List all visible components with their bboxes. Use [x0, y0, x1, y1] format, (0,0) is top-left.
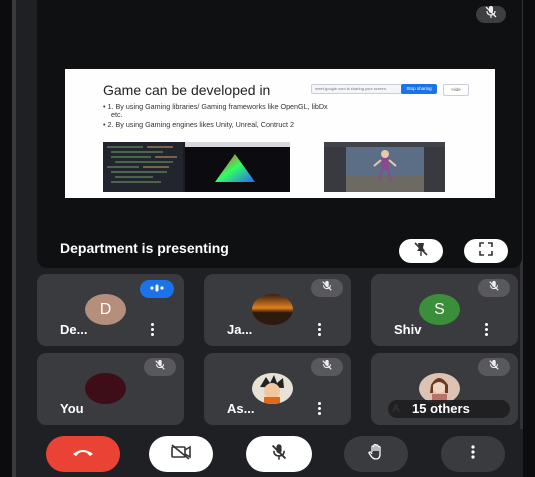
mic-off-icon [270, 443, 288, 466]
phone-hangup-icon [71, 445, 95, 463]
shared-slide: Game can be developed in meet.google.com… [65, 69, 495, 198]
avatar: S [419, 294, 460, 325]
muted-badge [144, 358, 176, 376]
muted-badge [478, 279, 510, 297]
participant-tile[interactable]: D De... [37, 274, 184, 346]
participant-tile[interactable]: S Shiv [371, 274, 518, 346]
fullscreen-icon [478, 241, 494, 262]
audio-level-icon [149, 280, 165, 298]
muted-badge [478, 358, 510, 376]
avatar [252, 373, 293, 404]
left-edge-strip [12, 0, 16, 477]
avatar-initial: D [99, 300, 112, 318]
unpin-button[interactable] [399, 239, 443, 263]
stop-sharing-button[interactable]: Stop sharing [401, 84, 437, 94]
participant-tile[interactable]: Ja... [204, 274, 351, 346]
more-participants-badge[interactable]: 15 others [388, 400, 510, 418]
participant-name: Shiv [394, 322, 422, 337]
slide-bullet-1: • 1. By using Gaming libraries/ Gaming f… [103, 102, 328, 111]
participant-name: Ja... [227, 322, 253, 337]
avatar [85, 373, 126, 404]
speaking-indicator [140, 280, 174, 298]
mic-off-icon [484, 5, 498, 24]
raise-hand-button[interactable] [344, 436, 408, 472]
unity-screenshot [324, 142, 445, 192]
more-options-button[interactable] [441, 436, 505, 472]
mic-off-icon [321, 279, 333, 297]
avatar [252, 294, 293, 325]
opengl-screenshot [103, 142, 290, 192]
participant-name: De... [60, 322, 88, 337]
mic-off-icon [488, 358, 500, 376]
more-options-button[interactable] [318, 323, 322, 337]
mic-off-icon [321, 358, 333, 376]
share-notice-bar: meet.google.com is sharing your screen. [311, 84, 402, 94]
mic-off-icon [154, 358, 166, 376]
presenter-mute-badge [476, 6, 506, 23]
participant-tile[interactable]: You [37, 353, 184, 425]
more-vertical-icon [470, 444, 476, 465]
more-options-button[interactable] [151, 323, 155, 337]
pin-off-icon [413, 241, 429, 262]
more-options-button[interactable] [318, 402, 322, 416]
participant-name: As... [227, 401, 255, 416]
hide-button[interactable]: Hide [443, 84, 469, 96]
camera-off-icon [170, 443, 192, 465]
mic-toggle-button[interactable] [246, 436, 312, 472]
end-call-button[interactable] [46, 436, 120, 472]
slide-bullet-1-cont: etc. [111, 110, 123, 119]
presenting-label: Department is presenting [60, 240, 229, 256]
hand-icon [367, 443, 385, 466]
right-edge [523, 0, 535, 477]
presentation-stage[interactable]: Game can be developed in meet.google.com… [37, 0, 522, 268]
avatar-initial: S [434, 300, 445, 318]
participant-name: You [60, 401, 84, 416]
slide-title: Game can be developed in [103, 82, 271, 98]
muted-badge [311, 358, 343, 376]
camera-toggle-button[interactable] [149, 436, 213, 472]
call-controls-bar [16, 429, 523, 477]
avatar: D [85, 294, 126, 325]
participant-tile[interactable]: As... [204, 353, 351, 425]
mic-off-icon [488, 279, 500, 297]
muted-badge [311, 279, 343, 297]
slide-bullet-2: • 2. By using Gaming engines likes Unity… [103, 120, 294, 129]
fullscreen-button[interactable] [464, 239, 508, 263]
more-options-button[interactable] [485, 323, 489, 337]
